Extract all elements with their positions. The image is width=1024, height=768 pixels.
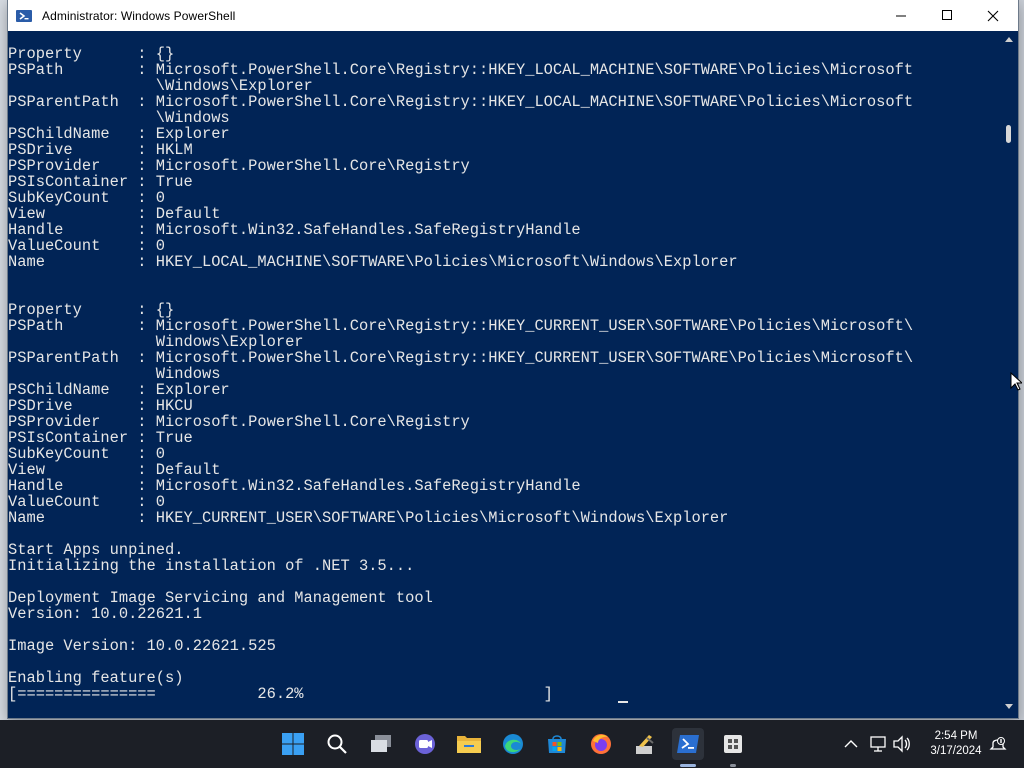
title-bar[interactable]: Administrator: Windows PowerShell [8, 0, 1018, 31]
scroll-thumb[interactable] [1006, 125, 1011, 143]
volume-tray-button[interactable] [892, 734, 912, 754]
notification-bell-icon [989, 737, 1007, 750]
search-icon [327, 734, 347, 754]
scroll-down-arrow-icon[interactable] [1004, 703, 1014, 711]
active-app-indicator [680, 764, 696, 767]
powershell-icon [677, 735, 699, 753]
edge-icon [503, 734, 523, 754]
firefox-button[interactable] [585, 728, 617, 760]
mouse-pointer-icon [1010, 372, 1022, 391]
task-view-icon [371, 735, 391, 752]
speaker-icon [893, 735, 910, 753]
maximize-button[interactable] [924, 0, 970, 31]
store-button[interactable] [541, 728, 573, 760]
minimize-button[interactable] [878, 0, 924, 31]
chat-icon [415, 734, 435, 754]
start-button[interactable] [277, 728, 309, 760]
search-button[interactable] [321, 728, 353, 760]
window-title: Administrator: Windows PowerShell [42, 8, 236, 23]
clock-time: 2:54 PM [934, 730, 978, 742]
firefox-icon [591, 734, 611, 754]
chat-button[interactable] [409, 728, 441, 760]
app-grid-button[interactable] [717, 728, 749, 760]
close-button[interactable] [970, 0, 1016, 31]
show-hidden-icons-button[interactable] [841, 734, 861, 754]
store-icon [548, 735, 566, 753]
edge-button[interactable] [497, 728, 529, 760]
network-tray-button[interactable] [868, 734, 888, 754]
clock-date: 3/17/2024 [930, 745, 982, 757]
desktop-background [0, 0, 8, 720]
maximize-icon [941, 10, 952, 20]
system-clock[interactable]: 2:54 PM 3/17/2024 [920, 729, 992, 759]
winget-tool-button[interactable] [629, 728, 661, 760]
close-icon [987, 10, 999, 21]
app-grid-icon [724, 735, 742, 753]
chevron-up-icon [844, 740, 858, 748]
console-output[interactable]: Property : {} PSPath : Microsoft.PowerSh… [8, 31, 1000, 718]
file-explorer-button[interactable] [453, 728, 485, 760]
notifications-button[interactable] [988, 734, 1008, 754]
powershell-window[interactable]: Administrator: Windows PowerShell Proper… [8, 0, 1018, 718]
file-explorer-icon [457, 736, 481, 753]
winget-tool-icon [636, 735, 654, 754]
taskbar: 2:54 PM 3/17/2024 [0, 720, 1024, 768]
minimize-icon [895, 15, 906, 17]
powershell-taskbar-button[interactable] [672, 728, 704, 760]
start-icon [282, 733, 304, 755]
task-view-button[interactable] [365, 728, 397, 760]
network-icon [870, 736, 886, 752]
scroll-up-arrow-icon[interactable] [1004, 36, 1014, 44]
running-app-indicator [730, 764, 736, 767]
powershell-app-icon [16, 9, 32, 22]
console-text: Property : {} PSPath : Microsoft.PowerSh… [8, 45, 914, 703]
text-cursor [618, 701, 628, 703]
